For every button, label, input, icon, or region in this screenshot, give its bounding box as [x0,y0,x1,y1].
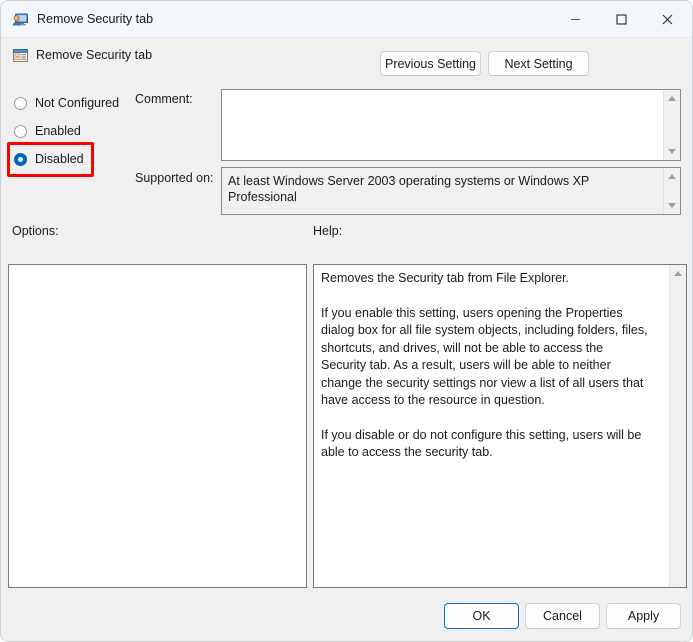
help-label: Help: [313,224,343,238]
apply-button[interactable]: Apply [606,603,681,629]
radio-indicator [14,124,27,138]
scroll-down-icon[interactable] [664,197,680,214]
maximize-button[interactable] [598,1,644,37]
previous-setting-button[interactable]: Previous Setting [380,51,481,76]
maximize-icon [615,13,627,25]
radio-label: Enabled [35,124,81,138]
supported-on-label: Supported on: [135,171,214,185]
help-scrollbar[interactable] [669,265,686,587]
options-label: Options: [12,224,59,238]
policy-setting-icon [12,47,29,64]
minimize-button[interactable] [552,1,598,37]
close-icon [662,14,672,24]
minimize-icon [570,18,580,20]
comment-label: Comment: [135,92,193,106]
scroll-up-icon[interactable] [664,90,680,107]
window-title: Remove Security tab [37,12,154,26]
title-bar: Remove Security tab [1,1,692,38]
radio-enabled[interactable]: Enabled [14,122,81,140]
radio-not-configured[interactable]: Not Configured [14,94,119,112]
help-paragraph: Removes the Security tab from File Explo… [321,271,570,285]
scroll-up-icon[interactable] [670,265,686,282]
radio-indicator [14,96,27,110]
supported-on-textbox[interactable]: At least Windows Server 2003 operating s… [221,167,681,215]
help-paragraph: If you disable or do not configure this … [321,427,642,460]
help-content: Removes the Security tab from File Explo… [321,270,651,462]
radio-indicator-selected [14,152,27,166]
policy-user-monitor-icon [12,11,29,28]
scroll-up-icon[interactable] [664,168,680,185]
radio-label: Not Configured [35,96,120,110]
supported-on-value: At least Windows Server 2003 operating s… [228,174,590,204]
scroll-down-icon[interactable] [664,143,680,160]
ok-button[interactable]: OK [444,603,519,629]
next-setting-button[interactable]: Next Setting [488,51,589,76]
radio-disabled[interactable]: Disabled [14,150,84,168]
comment-textbox[interactable] [221,89,681,161]
supported-on-scrollbar[interactable] [663,168,680,214]
comment-scrollbar[interactable] [663,90,680,160]
setting-name: Remove Security tab [36,48,153,62]
help-paragraph: If you enable this setting, users openin… [321,305,648,408]
options-panel[interactable] [8,264,307,588]
cancel-button[interactable]: Cancel [525,603,600,629]
help-panel: Removes the Security tab from File Explo… [313,264,687,588]
radio-label: Disabled [35,152,84,166]
group-policy-setting-dialog: Remove Security tab Remove Security tab … [0,0,693,642]
close-button[interactable] [644,1,690,37]
